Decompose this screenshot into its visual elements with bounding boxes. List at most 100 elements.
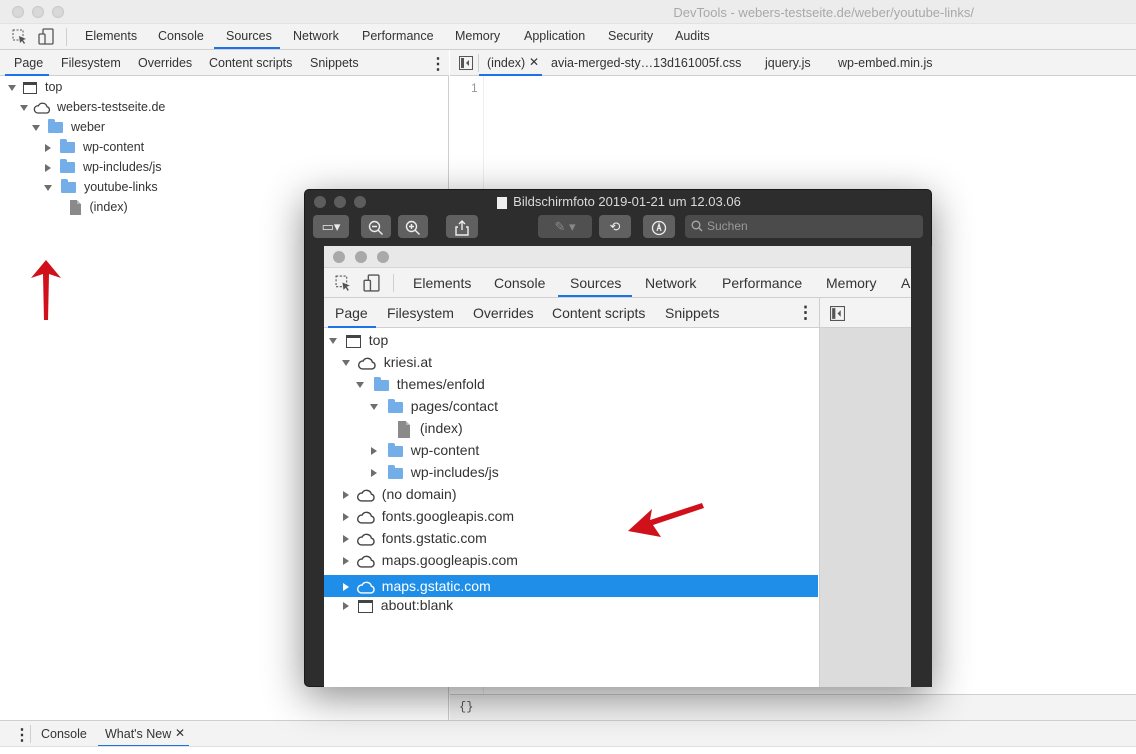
tree-item-label: weber [70,120,106,134]
tree-item-top[interactable]: top [8,80,62,100]
tab-page[interactable]: Page [14,56,43,70]
shot-tree-item-about-blank: about:blank [343,597,453,619]
cloud-icon [356,581,375,594]
shot-window-edge [911,246,932,687]
tree-item-weber[interactable]: weber [32,119,106,140]
close-drawer-tab-icon[interactable]: ✕ [175,726,185,740]
tab-performance[interactable]: Performance [362,29,434,43]
tree-item-index[interactable]: (index) [70,200,128,220]
shot-tab-network: Network [645,275,697,291]
active-tab-indicator [214,47,280,49]
more-options-icon[interactable]: ⋮ [430,54,446,74]
line-number: 1 [471,81,478,95]
tab-memory[interactable]: Memory [455,29,500,43]
shot-tree-item-maps-googleapis: maps.googleapis.com [343,552,518,574]
shot-tab-sources: Sources [570,275,622,291]
editor-statusbar: {} [450,694,1136,720]
shot-tree-item-fonts-gstatic: fonts.gstatic.com [343,530,487,552]
drawer-menu-icon[interactable]: ⋮ [14,725,30,745]
editor-tab-index[interactable]: (index) [487,56,525,70]
shot-active-subtab-indicator [328,326,376,328]
tab-application[interactable]: Application [524,29,585,43]
main-tabbar: Elements Console Sources Network Perform… [0,24,1136,50]
window-titlebar: DevTools - webers-testseite.de/weber/you… [0,0,1136,24]
folder-icon [61,179,77,194]
shot-tree-item-maps-gstatic: maps.gstatic.com [324,575,818,597]
shot-more-options-icon: ⋮ [797,303,814,322]
zoom-in-icon[interactable] [398,215,428,238]
zoom-out-icon[interactable] [361,215,391,238]
toggle-navigator-icon[interactable] [459,56,473,73]
rotate-icon[interactable]: ⟲ [599,215,631,238]
tab-security[interactable]: Security [608,29,653,43]
device-toolbar-icon[interactable] [38,28,54,48]
annotation-arrow-up-icon [31,260,61,320]
tab-console[interactable]: Console [158,29,204,43]
shot-tab-snippets: Snippets [665,305,720,321]
cloud-icon [34,102,51,114]
pretty-print-button[interactable]: {} [459,700,473,714]
folder-icon [387,398,403,413]
shot-tree-item-kriesi: kriesi.at [342,354,432,376]
shot-tree-item-wp-includes: wp-includes/js [371,464,499,486]
tab-snippets[interactable]: Snippets [310,56,359,70]
search-icon [691,220,703,232]
expanded-arrow-icon [32,124,40,131]
folder-icon [48,119,64,134]
tree-item-label: webers-testseite.de [56,100,166,114]
navigator-tabbar: Page Filesystem Overrides Content script… [0,50,449,76]
tree-item-domain[interactable]: webers-testseite.de [20,100,165,120]
inspect-element-icon[interactable] [12,29,28,48]
shot-tree-item-fonts-googleapis: fonts.googleapis.com [343,508,514,530]
shot-main-tabbar: Elements Console Sources Network Perform… [324,268,932,298]
markup-pen-icon[interactable]: ✎ ▾ [538,215,592,238]
tree-item-wp-content[interactable]: wp-content [45,139,144,160]
shot-tab-memory: Memory [826,275,877,291]
tab-audits[interactable]: Audits [675,29,710,43]
expanded-arrow-icon [44,184,52,191]
cloud-icon [357,357,376,370]
tab-filesystem[interactable]: Filesystem [61,56,121,70]
shot-navigator-tabbar: Page Filesystem Overrides Content script… [324,298,819,328]
sidebar-toggle-button[interactable]: ▭▾ [313,215,349,238]
drawer-tab-console[interactable]: Console [41,727,87,741]
tree-item-wp-includes[interactable]: wp-includes/js [45,159,161,180]
preview-search-input[interactable]: Suchen [685,215,923,238]
frame-icon [345,334,361,348]
editor-tab-wp-embed[interactable]: wp-embed.min.js [838,56,932,70]
tab-sources[interactable]: Sources [226,29,272,43]
close-tab-icon[interactable]: ✕ [529,55,539,69]
expanded-arrow-icon [8,84,16,91]
folder-icon [373,376,389,391]
share-icon[interactable] [446,215,478,238]
tab-elements[interactable]: Elements [85,29,137,43]
window-title: DevTools - webers-testseite.de/weber/you… [673,5,974,20]
file-icon [70,200,81,216]
tree-item-label: (index) [89,200,128,214]
tree-item-label: top [44,80,63,94]
cloud-icon [356,555,375,568]
shot-tab-elements: Elements [413,275,472,291]
drawer-tab-whats-new[interactable]: What's New [105,727,171,741]
editor-tabbar: (index) ✕ avia-merged-sty…13d161005f.css… [450,50,1136,76]
editor-tab-jquery[interactable]: jquery.js [765,56,811,70]
tab-content-scripts[interactable]: Content scripts [209,56,292,70]
tab-network[interactable]: Network [293,29,339,43]
tree-item-youtube-links[interactable]: youtube-links [44,179,158,200]
markup-toolbar-icon[interactable] [643,215,675,238]
editor-tab-avia-css[interactable]: avia-merged-sty…13d161005f.css [551,56,741,70]
drawer-content [0,746,1136,754]
active-subtab-indicator [5,74,49,76]
frame-icon [357,599,373,613]
shot-tab-console: Console [494,275,546,291]
document-icon [497,196,508,209]
tab-overrides[interactable]: Overrides [138,56,192,70]
preview-title: Bildschirmfoto 2019-01-21 um 12.03.06 [305,194,933,209]
annotation-arrow-left-icon [628,503,704,537]
shot-tree-item-top: top [329,332,388,354]
shot-active-tab-indicator [558,295,632,297]
drawer-tabbar: ⋮ Console What's New ✕ [0,720,1136,747]
tree-item-label: youtube-links [83,180,158,194]
cloud-icon [356,511,375,524]
shot-tree-item-no-domain: (no domain) [343,486,456,508]
